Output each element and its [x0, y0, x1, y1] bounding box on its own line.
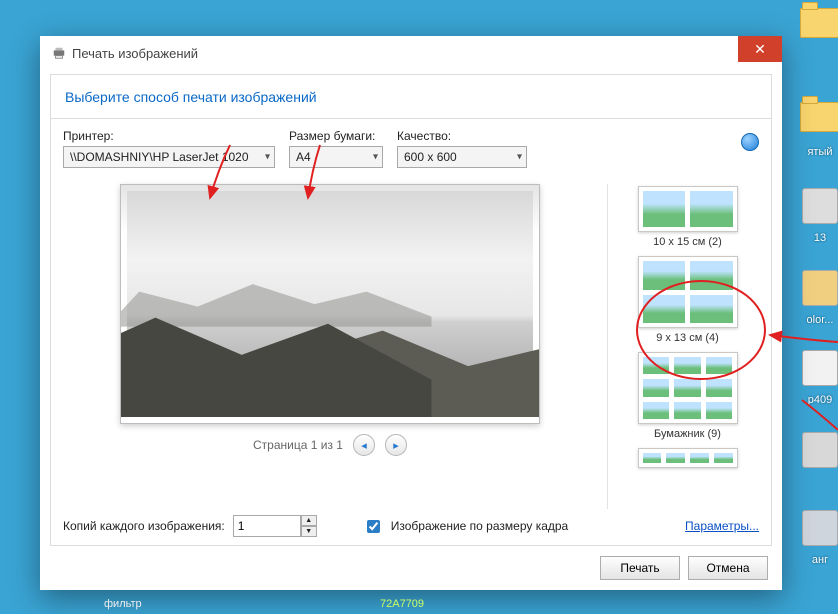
desktop-icon-label[interactable]: анг — [792, 554, 838, 566]
desktop-icon-label[interactable]: olor... — [792, 314, 838, 326]
status-right: 72A7709 — [380, 598, 424, 610]
preview-page — [120, 184, 540, 424]
chevron-down-icon: ▾ — [373, 152, 378, 163]
printer-icon — [52, 46, 66, 60]
printer-value: \\DOMASHNIY\HP LaserJet 1020 — [70, 150, 249, 164]
chevron-down-icon: ▾ — [517, 152, 522, 163]
copies-stepper[interactable]: ▲ ▼ — [233, 515, 317, 537]
desktop-icon-label[interactable]: ятый — [792, 146, 838, 158]
close-button[interactable]: ✕ — [738, 36, 782, 62]
quality-combo[interactable]: 600 x 600 ▾ — [397, 146, 527, 168]
layout-option-9x13[interactable]: 9 x 13 см (4) — [638, 256, 738, 344]
header-text: Выберите способ печати изображений — [65, 89, 317, 105]
print-pictures-dialog: ✕ Печать изображений Выберите способ печ… — [40, 36, 782, 590]
spin-up-button[interactable]: ▲ — [301, 515, 317, 526]
help-button[interactable] — [741, 133, 759, 151]
quality-label: Качество: — [397, 129, 527, 143]
layout-label: 9 x 13 см (4) — [638, 332, 738, 344]
layout-label: 10 x 15 см (2) — [638, 236, 738, 248]
titlebar[interactable]: Печать изображений — [40, 36, 782, 70]
pager-text: Страница 1 из 1 — [253, 438, 343, 452]
layout-label: Бумажник (9) — [638, 428, 738, 440]
prev-page-button[interactable]: ◂ — [353, 434, 375, 456]
chevron-down-icon: ▾ — [265, 152, 270, 163]
layout-option-partial[interactable] — [638, 448, 738, 468]
fit-to-frame-checkbox[interactable] — [367, 520, 380, 533]
layout-option-wallet[interactable]: Бумажник (9) — [638, 352, 738, 440]
spin-down-button[interactable]: ▼ — [301, 526, 317, 537]
next-page-button[interactable]: ▸ — [385, 434, 407, 456]
desktop-icon-label[interactable]: 13 — [792, 232, 838, 244]
desktop-icon-label[interactable]: p409 — [792, 394, 838, 406]
cancel-button[interactable]: Отмена — [688, 556, 768, 580]
paper-size-combo[interactable]: A4 ▾ — [289, 146, 383, 168]
arrow-left-icon: ◂ — [361, 439, 367, 452]
arrow-right-icon: ▸ — [393, 439, 399, 452]
paper-size-value: A4 — [296, 150, 311, 164]
printer-label: Принтер: — [63, 129, 275, 143]
parameters-link[interactable]: Параметры... — [685, 519, 759, 533]
dialog-title: Печать изображений — [72, 46, 198, 61]
copies-input[interactable] — [233, 515, 301, 537]
quality-value: 600 x 600 — [404, 150, 457, 164]
printer-combo[interactable]: \\DOMASHNIY\HP LaserJet 1020 ▾ — [63, 146, 275, 168]
preview-pane: Страница 1 из 1 ◂ ▸ — [63, 184, 597, 509]
status-left: фильтр — [104, 598, 142, 610]
layout-option-10x15[interactable]: 10 x 15 см (2) — [638, 186, 738, 248]
paper-size-label: Размер бумаги: — [289, 129, 383, 143]
layout-list[interactable]: 10 x 15 см (2) 9 x 13 см (4) Бумажник (9… — [607, 184, 759, 509]
close-icon: ✕ — [754, 41, 766, 58]
copies-label: Копий каждого изображения: — [63, 519, 225, 533]
fit-to-frame-label: Изображение по размеру кадра — [391, 519, 568, 533]
print-button[interactable]: Печать — [600, 556, 680, 580]
dialog-header: Выберите способ печати изображений — [50, 74, 772, 118]
